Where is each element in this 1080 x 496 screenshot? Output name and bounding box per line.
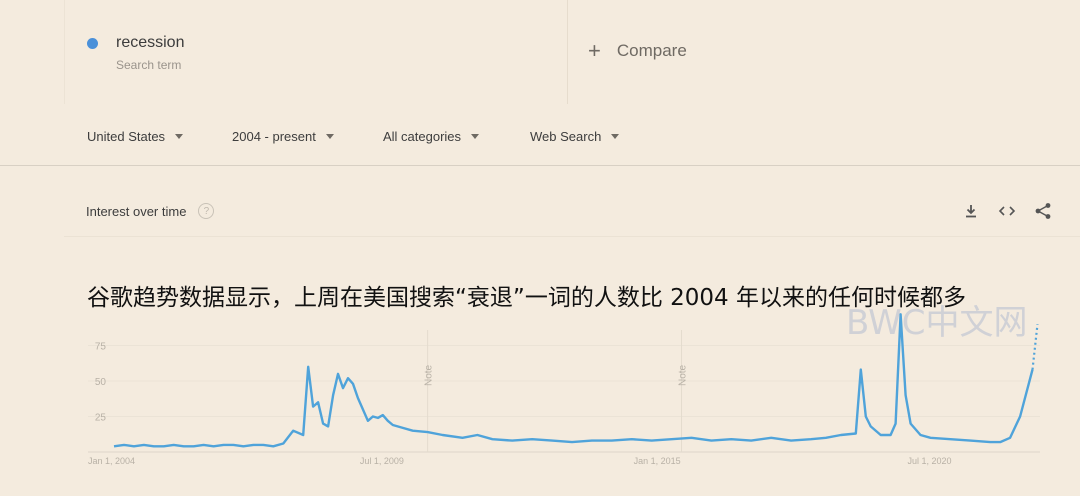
- x-tick-label: Jul 1, 2020: [907, 456, 951, 466]
- plus-icon: +: [588, 38, 601, 63]
- share-icon: [1035, 203, 1051, 219]
- time-range-dropdown[interactable]: 2004 - present: [232, 129, 334, 144]
- compare-label: Compare: [616, 41, 687, 60]
- panel-divider: [64, 236, 1080, 237]
- term-color-dot: [87, 38, 98, 49]
- panel-title: Interest over time ?: [86, 203, 215, 219]
- x-tick-label: Jan 1, 2004: [88, 456, 135, 466]
- y-tick-label: 25: [95, 413, 107, 424]
- caret-down-icon: [175, 134, 184, 139]
- caret-down-icon: [471, 134, 480, 139]
- caret-down-icon: [325, 134, 334, 139]
- search-term-subtitle: Search term: [116, 58, 182, 72]
- note-label: Note: [678, 364, 689, 386]
- region-dropdown[interactable]: United States: [87, 129, 184, 144]
- compare-button[interactable]: + Compare: [588, 40, 687, 62]
- chart-toolbar: [960, 200, 1054, 222]
- caret-down-icon: [611, 134, 620, 139]
- time-range-label: 2004 - present: [232, 129, 316, 144]
- help-icon[interactable]: ?: [198, 203, 215, 219]
- x-tick-label: Jan 1, 2015: [634, 456, 681, 466]
- series-line-partial: [1031, 324, 1039, 370]
- overlay-caption: 谷歌趋势数据显示，上周在美国搜索“衰退”一词的人数比 2004 年以来的任何时候…: [87, 285, 966, 311]
- embed-button[interactable]: [996, 200, 1018, 222]
- category-label: All categories: [383, 129, 462, 144]
- y-tick-label: 75: [95, 342, 107, 353]
- share-button[interactable]: [1032, 200, 1054, 222]
- note-label: Note: [424, 364, 435, 386]
- filters-bar: United States 2004 - present All categor…: [0, 104, 1080, 166]
- search-type-dropdown[interactable]: Web Search: [530, 129, 620, 144]
- download-icon: [966, 205, 976, 218]
- embed-code-icon: [998, 206, 1016, 216]
- x-tick-label: Jul 1, 2009: [360, 456, 404, 466]
- search-type-label: Web Search: [530, 129, 602, 144]
- panel-title-text: Interest over time: [86, 203, 187, 219]
- region-label: United States: [87, 129, 166, 144]
- download-button[interactable]: [960, 200, 982, 222]
- search-term-name: recession: [116, 34, 185, 51]
- search-term-card[interactable]: recession Search term: [64, 0, 568, 104]
- y-tick-label: 50: [95, 377, 107, 388]
- category-dropdown[interactable]: All categories: [383, 129, 480, 144]
